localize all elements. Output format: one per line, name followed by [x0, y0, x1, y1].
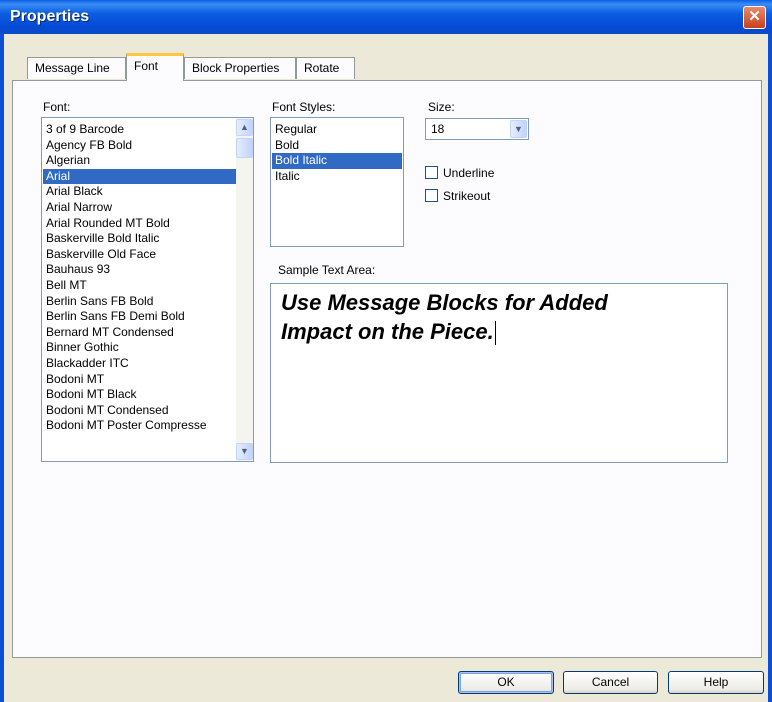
tab-label: Message Line: [35, 61, 110, 75]
chevron-down-icon: ▼: [240, 446, 249, 456]
font-label: Font:: [43, 100, 71, 114]
font-list-item[interactable]: Berlin Sans FB Demi Bold: [43, 309, 237, 325]
underline-label[interactable]: Underline: [443, 166, 494, 180]
font-list-item[interactable]: Bodoni MT: [43, 372, 237, 388]
font-list-item[interactable]: Binner Gothic: [43, 340, 237, 356]
tab-message-line[interactable]: Message Line: [27, 57, 126, 79]
tab-font[interactable]: Font: [126, 53, 184, 81]
chevron-down-icon: ▼: [514, 124, 523, 134]
scroll-up-button[interactable]: ▲: [236, 119, 253, 136]
font-list-item[interactable]: Baskerville Old Face: [43, 247, 237, 263]
font-list-item[interactable]: Blackadder ITC: [43, 356, 237, 372]
help-label: Help: [703, 675, 729, 689]
scroll-down-button[interactable]: ▼: [236, 443, 253, 460]
font-list-item[interactable]: Agency FB Bold: [43, 138, 237, 154]
font-list-item[interactable]: Arial: [43, 168, 237, 185]
tab-rotate[interactable]: Rotate: [296, 57, 355, 79]
font-list-item[interactable]: Bodoni MT Black: [43, 387, 237, 403]
ok-label: OK: [497, 675, 515, 689]
font-style-item[interactable]: Bold: [272, 138, 402, 154]
tab-block-properties[interactable]: Block Properties: [184, 57, 296, 79]
font-list-item[interactable]: Arial Rounded MT Bold: [43, 216, 237, 232]
window-frame-left: [0, 34, 4, 702]
tab-label: Rotate: [304, 61, 340, 75]
chevron-up-icon: ▲: [240, 122, 249, 132]
font-list-item[interactable]: Bell MT: [43, 278, 237, 294]
cancel-button[interactable]: Cancel: [563, 671, 658, 694]
scroll-thumb[interactable]: [236, 138, 253, 158]
font-list-item[interactable]: Baskerville Bold Italic: [43, 231, 237, 247]
close-button[interactable]: ✕: [743, 6, 766, 29]
window-frame-right: [768, 34, 772, 702]
font-list-items: 3 of 9 Barcode Agency FB Bold Algerian Aria…: [43, 122, 237, 434]
sample-line-2: Impact on the Piece.: [281, 317, 721, 346]
sample-text-area[interactable]: Use Message Blocks for Added Impact on t…: [270, 283, 728, 463]
strikeout-label[interactable]: Strikeout: [443, 189, 490, 203]
font-styles-label: Font Styles:: [272, 100, 336, 114]
font-styles-list-items: Regular Bold Bold Italic Italic: [272, 122, 402, 184]
tab-label: Block Properties: [192, 61, 280, 75]
font-list-scrollbar[interactable]: ▲ ▼: [236, 118, 253, 461]
window-title: Properties: [10, 8, 90, 25]
cancel-label: Cancel: [591, 675, 630, 689]
font-list-item[interactable]: Bodoni MT Condensed: [43, 403, 237, 419]
font-list-item[interactable]: Algerian: [43, 153, 237, 169]
sample-line-1: Use Message Blocks for Added: [281, 290, 608, 315]
properties-window: Properties ✕ Message Line Font Block Pro…: [0, 0, 772, 702]
help-button[interactable]: Help: [668, 671, 764, 694]
font-list-item[interactable]: Bodoni MT Poster Compresse: [43, 418, 237, 434]
font-list-item[interactable]: Bauhaus 93: [43, 262, 237, 278]
font-style-item[interactable]: Italic: [272, 169, 402, 185]
font-list-item[interactable]: 3 of 9 Barcode: [43, 122, 237, 138]
font-list-item[interactable]: Arial Narrow: [43, 200, 237, 216]
font-list[interactable]: 3 of 9 Barcode Agency FB Bold Algerian Aria…: [41, 117, 254, 462]
font-style-item[interactable]: Bold Italic: [272, 153, 402, 169]
title-bar[interactable]: Properties ✕: [0, 0, 772, 34]
ok-button[interactable]: OK: [458, 671, 554, 694]
sample-line-2-text: Impact on the Piece.: [281, 319, 494, 344]
underline-checkbox[interactable]: [425, 166, 438, 179]
size-dropdown-button[interactable]: ▼: [510, 120, 527, 138]
text-caret: [494, 321, 496, 346]
sample-text-label: Sample Text Area:: [278, 263, 376, 277]
size-value: 18: [431, 122, 445, 136]
strikeout-checkbox[interactable]: [425, 189, 438, 202]
tab-label: Font: [134, 59, 159, 73]
font-list-item[interactable]: Bernard MT Condensed: [43, 325, 237, 341]
sample-text: Use Message Blocks for Added Impact on t…: [281, 288, 721, 346]
font-style-item[interactable]: Regular: [272, 122, 402, 138]
font-list-item[interactable]: Arial Black: [43, 184, 237, 200]
size-select[interactable]: 18 ▼: [425, 118, 529, 140]
font-list-item[interactable]: Berlin Sans FB Bold: [43, 294, 237, 310]
size-label: Size:: [428, 100, 455, 114]
font-styles-list[interactable]: Regular Bold Bold Italic Italic: [270, 117, 404, 247]
close-icon: ✕: [748, 8, 761, 25]
